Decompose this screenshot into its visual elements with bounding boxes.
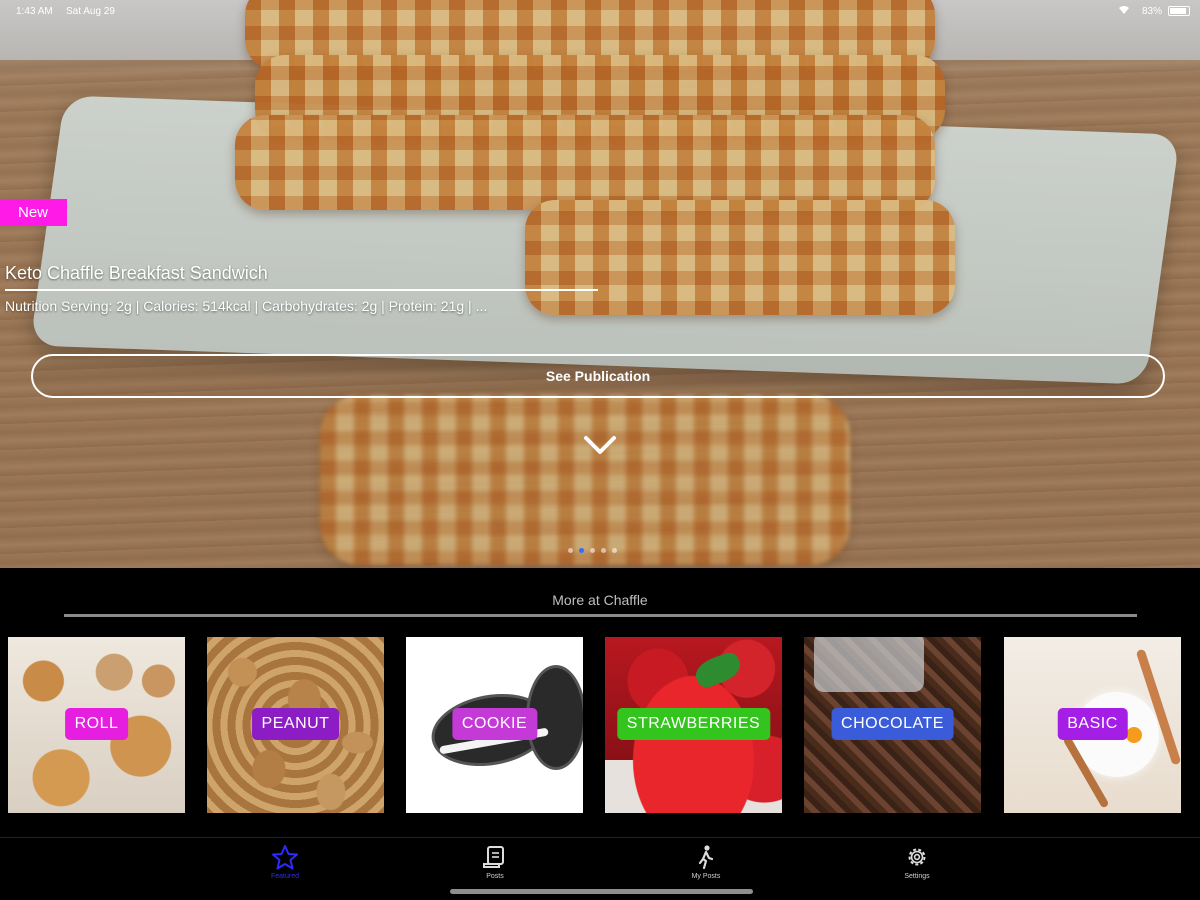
gear-icon bbox=[908, 848, 926, 866]
more-section-title: More at Chaffle bbox=[552, 592, 648, 608]
category-label: CHOCOLATE bbox=[831, 708, 954, 740]
tab-label: My Posts bbox=[691, 873, 721, 880]
status-date: Sat Aug 29 bbox=[66, 6, 115, 17]
strawberry-leaf bbox=[691, 649, 745, 691]
hero-banner[interactable]: 1:43 AM Sat Aug 29 83% New Keto Chaffle … bbox=[0, 0, 1200, 568]
category-label: STRAWBERRIES bbox=[616, 708, 771, 740]
category-card-strawberries[interactable]: STRAWBERRIES bbox=[605, 637, 782, 813]
tab-settings[interactable]: Settings bbox=[877, 844, 957, 880]
hero-overlay bbox=[0, 0, 1200, 568]
carousel-dot[interactable] bbox=[601, 548, 606, 553]
category-card-peanut[interactable]: PEANUT bbox=[207, 637, 384, 813]
tab-label: Featured bbox=[270, 873, 300, 880]
wifi-icon bbox=[1118, 5, 1130, 18]
tab-my-posts[interactable]: My Posts bbox=[666, 844, 746, 880]
recipe-title[interactable]: Keto Chaffle Breakfast Sandwich bbox=[5, 263, 268, 284]
chevron-down-icon[interactable] bbox=[582, 430, 618, 460]
tab-posts[interactable]: Posts bbox=[455, 844, 535, 880]
egg-yolk-image bbox=[1126, 727, 1142, 743]
carousel-dot[interactable] bbox=[590, 548, 595, 553]
category-label: BASIC bbox=[1057, 708, 1128, 740]
new-badge: New bbox=[0, 199, 67, 226]
category-label: ROLL bbox=[64, 708, 129, 740]
carousel-page-indicator[interactable] bbox=[568, 548, 634, 556]
category-list: ROLL PEANUT COOKIE STRAWBERRIES CHOCOLAT… bbox=[8, 637, 1200, 813]
recipe-nutrition: Nutrition Serving: 2g | Calories: 514kca… bbox=[5, 298, 488, 314]
carousel-dot-active[interactable] bbox=[579, 548, 584, 553]
category-card-chocolate[interactable]: CHOCOLATE bbox=[804, 637, 981, 813]
status-time: 1:43 AM bbox=[16, 6, 53, 17]
category-card-roll[interactable]: ROLL bbox=[8, 637, 185, 813]
category-label: PEANUT bbox=[251, 708, 340, 740]
carousel-dot[interactable] bbox=[568, 548, 573, 553]
person-walking-icon bbox=[698, 845, 714, 870]
tab-featured[interactable]: Featured bbox=[245, 844, 325, 880]
carousel-dot[interactable] bbox=[612, 548, 617, 553]
scroll-icon bbox=[483, 846, 504, 868]
more-section-divider bbox=[64, 614, 1137, 617]
chocolate-jar bbox=[814, 637, 924, 692]
battery-icon bbox=[1168, 6, 1190, 16]
category-label: COOKIE bbox=[451, 708, 538, 740]
battery-percent: 83% bbox=[1141, 6, 1162, 17]
category-card-basic[interactable]: BASIC bbox=[1004, 637, 1181, 813]
see-publication-button[interactable]: See Publication bbox=[31, 354, 1165, 398]
home-indicator[interactable] bbox=[450, 889, 753, 894]
status-bar: 1:43 AM Sat Aug 29 83% bbox=[0, 0, 1200, 22]
star-icon bbox=[272, 845, 298, 870]
category-card-cookie[interactable]: COOKIE bbox=[406, 637, 583, 813]
title-underline bbox=[5, 289, 598, 291]
tab-label: Posts bbox=[486, 873, 504, 880]
tab-label: Settings bbox=[904, 873, 930, 880]
